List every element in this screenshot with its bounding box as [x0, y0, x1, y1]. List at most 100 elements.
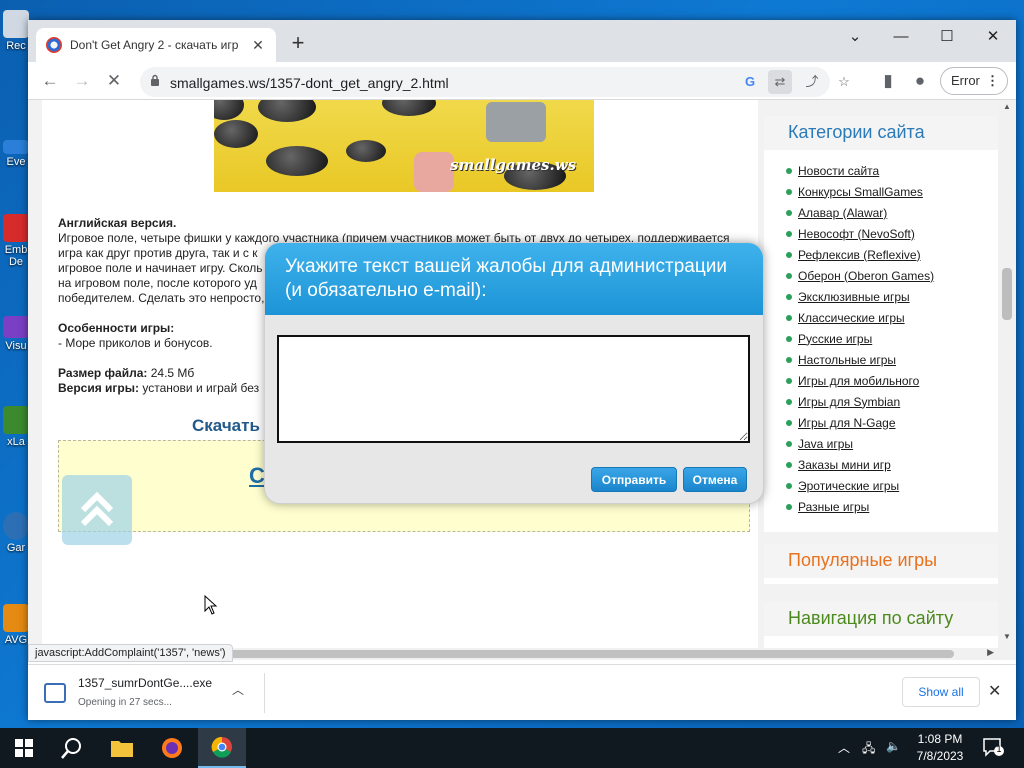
stop-loading-button[interactable]: ✕ [100, 68, 128, 94]
category-item[interactable]: Игры для Symbian [786, 391, 998, 412]
category-item[interactable]: Русские игры [786, 328, 998, 349]
bullet-icon [786, 356, 792, 363]
category-link[interactable]: Новости сайта [798, 164, 879, 178]
bullet-icon [786, 293, 792, 300]
complaint-textarea[interactable] [277, 335, 750, 443]
category-item[interactable]: Эротические игры [786, 475, 998, 496]
desktop-icon-xla[interactable]: xLa [2, 406, 30, 448]
minecraft-icon [3, 406, 29, 434]
category-link[interactable]: Оберон (Oberon Games) [798, 269, 934, 283]
vertical-scrollbar[interactable]: ▲ ▼ [998, 100, 1016, 648]
close-download-bar-icon[interactable]: ✕ [988, 681, 1001, 701]
scroll-right-arrow-icon[interactable]: ▶ [987, 647, 994, 658]
side-panel-icon[interactable]: ▮ [874, 68, 902, 94]
category-link[interactable]: Эротические игры [798, 479, 899, 493]
category-item[interactable]: Невософт (NevoSoft) [786, 223, 998, 244]
file-explorer-button[interactable] [98, 728, 146, 768]
minimize-button[interactable]: — [878, 20, 924, 52]
bookmark-star-icon[interactable]: ☆ [832, 70, 856, 94]
category-item[interactable]: Игры для N-Gage [786, 412, 998, 433]
sidebar: Категории сайта Новости сайта Конкурсы Sm… [764, 100, 998, 648]
show-all-button[interactable]: Show all [902, 677, 980, 707]
network-icon[interactable]: 🖧 [862, 739, 875, 768]
desktop-icon-visu[interactable]: Visu [2, 316, 30, 352]
category-item[interactable]: Игры для мобильного [786, 370, 998, 391]
forward-button[interactable]: → [68, 68, 96, 94]
category-link[interactable]: Java игры [798, 437, 853, 451]
search-icon [61, 738, 81, 759]
volume-muted-icon[interactable]: 🔈 [886, 739, 901, 768]
show-hidden-icons-icon[interactable]: ︿ [838, 739, 850, 768]
category-link[interactable]: Игры для Symbian [798, 395, 900, 409]
tab-close-icon[interactable]: ✕ [250, 37, 266, 54]
category-item[interactable]: Классические игры [786, 307, 998, 328]
category-link[interactable]: Невософт (NevoSoft) [798, 227, 915, 241]
maximize-button[interactable]: ☐ [924, 20, 970, 52]
bullet-icon [786, 482, 792, 489]
complaint-dialog-title: Укажите текст вашей жалобы для администр… [265, 243, 763, 315]
category-link[interactable]: Заказы мини игр [798, 458, 891, 472]
category-item[interactable]: Заказы мини игр [786, 454, 998, 475]
desktop-icon-gar[interactable]: Gar [2, 512, 30, 554]
start-button[interactable] [0, 728, 48, 768]
close-window-button[interactable]: ✕ [970, 20, 1016, 52]
download-file-name[interactable]: 1357_sumrDontGe....exe [78, 676, 212, 690]
category-item[interactable]: Алавар (Alawar) [786, 202, 998, 223]
tab-search-chevron-icon[interactable]: ⌄ [832, 20, 878, 52]
scroll-up-arrow-icon[interactable]: ▲ [998, 102, 1016, 111]
nav-title[interactable]: Навигация по сайту [764, 602, 998, 636]
category-item[interactable]: Разные игры [786, 496, 998, 517]
popular-block: Популярные игры [764, 544, 998, 584]
category-link[interactable]: Русские игры [798, 332, 872, 346]
submit-button[interactable]: Отправить [591, 467, 677, 492]
download-link[interactable]: С [249, 463, 265, 489]
category-item[interactable]: Конкурсы SmallGames [786, 181, 998, 202]
folder-icon [111, 741, 133, 757]
divider [264, 673, 265, 713]
cancel-button[interactable]: Отмена [683, 467, 747, 492]
desktop-icon-emb[interactable]: Emb De [2, 214, 30, 268]
back-button[interactable]: ← [36, 68, 64, 94]
category-link[interactable]: Классические игры [798, 311, 905, 325]
category-item[interactable]: Рефлексив (Reflexive) [786, 244, 998, 265]
category-link[interactable]: Игры для мобильного [798, 374, 919, 388]
category-item[interactable]: Java игры [786, 433, 998, 454]
desktop-icon-eve[interactable]: Eve [2, 140, 30, 168]
category-link[interactable]: Эксклюзивные игры [798, 290, 910, 304]
category-link[interactable]: Игры для N-Gage [798, 416, 896, 430]
menu-kebab-icon[interactable]: ⋮ [986, 68, 999, 94]
scrollbar-thumb[interactable] [1002, 268, 1012, 320]
category-link[interactable]: Конкурсы SmallGames [798, 185, 923, 199]
chrome-button[interactable] [198, 728, 246, 768]
category-item[interactable]: Новости сайта [786, 160, 998, 181]
category-item[interactable]: Эксклюзивные игры [786, 286, 998, 307]
category-link[interactable]: Настольные игры [798, 353, 896, 367]
profile-icon[interactable]: ● [906, 68, 934, 94]
version-heading: Английская версия. [58, 216, 177, 230]
search-button[interactable] [48, 728, 96, 768]
error-button[interactable]: Error ⋮ [940, 67, 1008, 95]
scroll-down-arrow-icon[interactable]: ▼ [998, 632, 1016, 641]
bullet-icon [786, 503, 792, 510]
notification-center-button[interactable]: 1 [982, 737, 1004, 768]
chevron-up-icon[interactable]: ︿ [232, 681, 244, 698]
system-clock[interactable]: 1:08 PM 7/8/2023 [908, 731, 972, 765]
category-link[interactable]: Алавар (Alawar) [798, 206, 887, 220]
firefox-button[interactable] [148, 728, 196, 768]
desktop-icon-avg[interactable]: AVG [2, 604, 30, 646]
browser-tab[interactable]: Don't Get Angry 2 - скачать игр ✕ [36, 28, 276, 62]
new-tab-button[interactable]: + [286, 32, 310, 56]
translate-icon[interactable]: ⇄ [768, 70, 792, 94]
bullet-icon [786, 377, 792, 384]
scroll-to-top-button[interactable] [62, 475, 132, 545]
desktop-icon-recycle-bin[interactable]: Rec [2, 10, 30, 52]
share-icon[interactable]: ⤴ [800, 70, 824, 94]
category-link[interactable]: Рефлексив (Reflexive) [798, 248, 921, 262]
bullet-icon [786, 188, 792, 195]
popular-title[interactable]: Популярные игры [764, 544, 998, 578]
google-icon[interactable]: G [738, 70, 762, 94]
address-bar[interactable]: smallgames.ws/1357-dont_get_angry_2.html… [140, 67, 850, 97]
category-item[interactable]: Настольные игры [786, 349, 998, 370]
category-item[interactable]: Оберон (Oberon Games) [786, 265, 998, 286]
category-link[interactable]: Разные игры [798, 500, 869, 514]
